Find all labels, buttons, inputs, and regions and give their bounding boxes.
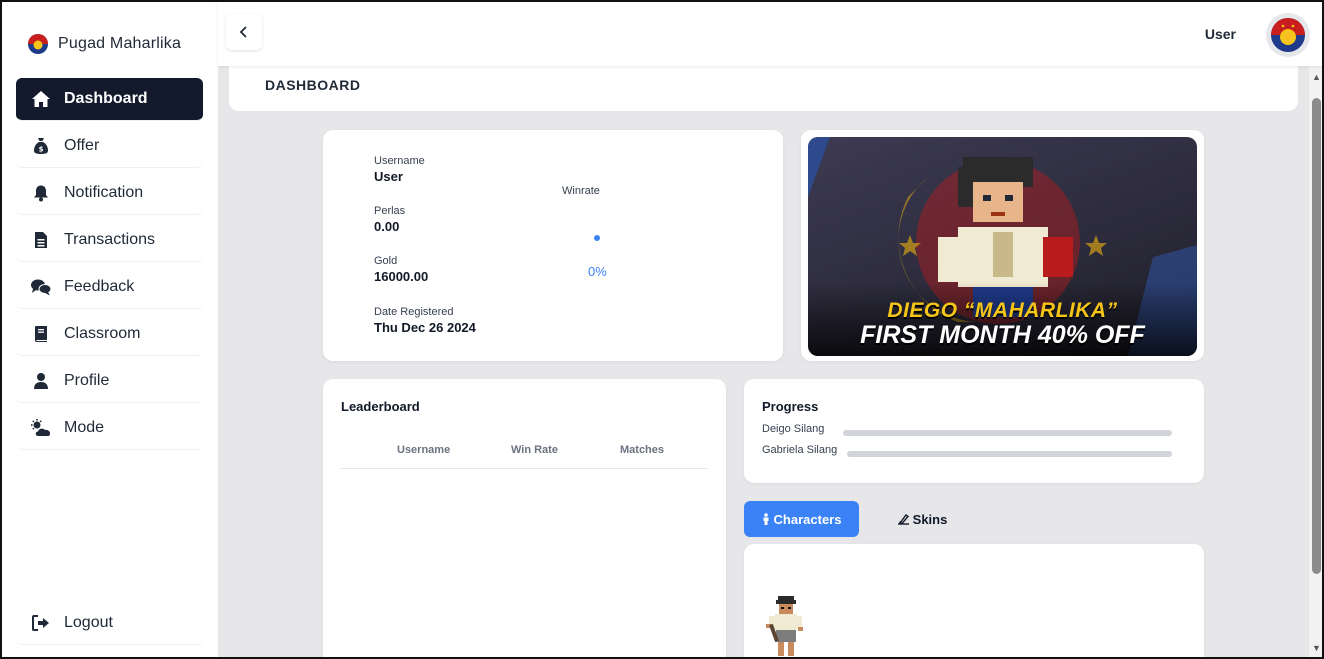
brand[interactable]: Pugad Maharlika xyxy=(26,32,181,56)
flag-emblem-icon xyxy=(28,34,48,54)
column-header-matches[interactable]: Matches xyxy=(620,444,664,456)
stat-gold: Gold 16000.00 xyxy=(374,255,428,284)
person-icon xyxy=(763,513,769,525)
leaderboard-card: Leaderboard Username Win Rate Matches xyxy=(323,379,726,659)
sidebar-item-label: Profile xyxy=(64,372,110,389)
logout-button[interactable]: Logout xyxy=(16,602,203,645)
stat-value: 0.00 xyxy=(374,219,400,234)
user-name: User xyxy=(1204,26,1236,42)
bell-icon xyxy=(30,183,52,203)
progress-label: Gabriela Silang xyxy=(762,444,838,456)
logout-label: Logout xyxy=(64,614,113,631)
winrate-label: Winrate xyxy=(562,185,600,197)
leaderboard-header-row: Username Win Rate Matches xyxy=(341,441,708,469)
scroll-up-arrow-icon[interactable]: ▲ xyxy=(1312,72,1321,82)
cloud-sun-icon xyxy=(30,418,52,438)
stat-perlas: Perlas 0.00 xyxy=(374,205,405,234)
tab-characters[interactable]: Characters xyxy=(744,501,859,537)
tab-label: Characters xyxy=(773,511,842,527)
page-title: DASHBOARD xyxy=(265,77,361,93)
sidebar-item-mode[interactable]: Mode xyxy=(16,407,203,450)
stat-date-registered: Date Registered Thu Dec 26 2024 xyxy=(374,306,476,335)
sidebar-item-feedback[interactable]: Feedback xyxy=(16,266,203,309)
scrollbar-thumb[interactable] xyxy=(1312,98,1321,574)
column-header-username[interactable]: Username xyxy=(397,444,450,456)
sidebar-item-profile[interactable]: Profile xyxy=(16,360,203,403)
characters-panel xyxy=(744,544,1204,659)
sign-out-icon xyxy=(30,613,52,633)
promo-subheadline: FIRST MONTH 40% OFF xyxy=(860,321,1145,349)
book-icon xyxy=(30,324,52,344)
promo-card: DIEGO “MAHARLIKA” FIRST MONTH 40% OFF xyxy=(801,130,1204,361)
winrate-chart-dot xyxy=(594,235,600,241)
tab-skins[interactable]: Skins xyxy=(887,501,957,537)
stat-label: Username xyxy=(374,155,425,167)
brand-name: Pugad Maharlika xyxy=(58,35,182,52)
stat-label: Perlas xyxy=(374,205,406,217)
avatar[interactable] xyxy=(1266,13,1310,57)
svg-text:$: $ xyxy=(39,146,44,154)
winrate-value: 0% xyxy=(588,264,607,279)
sidebar-item-offer[interactable]: $ Offer xyxy=(16,125,203,168)
sidebar-item-notification[interactable]: Notification xyxy=(16,172,203,215)
stat-value: User xyxy=(374,169,403,184)
sidebar-item-label: Feedback xyxy=(64,278,135,295)
flag-emblem-icon xyxy=(1271,18,1305,52)
topbar: User xyxy=(218,2,1322,66)
sidebar-item-dashboard[interactable]: Dashboard xyxy=(16,78,203,121)
progress-title: Progress xyxy=(762,399,819,414)
column-header-win-rate[interactable]: Win Rate xyxy=(511,444,558,456)
collapse-sidebar-button[interactable] xyxy=(226,14,262,50)
progress-bar xyxy=(843,430,1172,436)
sidebar-item-label: Dashboard xyxy=(64,90,148,107)
chat-bubbles-icon xyxy=(30,277,52,297)
sidebar-nav: Dashboard $ Offer Notification Transacti… xyxy=(16,78,203,454)
progress-bar xyxy=(847,451,1172,457)
stat-label: Date Registered xyxy=(374,306,454,318)
progress-label: Deigo Silang xyxy=(762,423,825,435)
sidebar-item-label: Transactions xyxy=(64,231,155,248)
sidebar-item-label: Offer xyxy=(64,137,100,154)
stat-username: Username User xyxy=(374,155,425,184)
sidebar-item-label: Notification xyxy=(64,184,144,201)
sidebar-item-label: Classroom xyxy=(64,325,141,342)
page-title-card: DASHBOARD xyxy=(229,60,1298,111)
progress-card: Progress Deigo Silang Gabriela Silang xyxy=(744,379,1204,483)
chevron-left-icon xyxy=(239,26,247,38)
stat-value: 16000.00 xyxy=(374,269,429,284)
leaderboard-title: Leaderboard xyxy=(341,399,420,414)
character-sprite[interactable] xyxy=(764,594,808,659)
scroll-down-arrow-icon[interactable]: ▼ xyxy=(1312,643,1321,653)
stat-label: Gold xyxy=(374,255,398,267)
promo-headline: DIEGO “MAHARLIKA” xyxy=(887,299,1118,322)
sidebar: Pugad Maharlika Dashboard $ Offer Notifi… xyxy=(2,2,218,657)
sidebar-item-classroom[interactable]: Classroom xyxy=(16,313,203,356)
sidebar-item-label: Mode xyxy=(64,419,105,436)
stat-value: Thu Dec 26 2024 xyxy=(374,320,476,335)
brush-icon xyxy=(897,514,909,525)
tab-label: Skins xyxy=(912,511,948,527)
sidebar-item-transactions[interactable]: Transactions xyxy=(16,219,203,262)
user-stats-card: Username User Perlas 0.00 Gold 16000.00 … xyxy=(323,130,783,361)
money-bag-icon: $ xyxy=(30,136,52,156)
user-icon xyxy=(30,371,52,391)
home-icon xyxy=(30,89,52,109)
document-icon xyxy=(30,230,52,250)
promo-banner[interactable]: DIEGO “MAHARLIKA” FIRST MONTH 40% OFF xyxy=(808,137,1197,356)
page-scrollbar[interactable]: ▲ ▼ xyxy=(1309,66,1324,657)
